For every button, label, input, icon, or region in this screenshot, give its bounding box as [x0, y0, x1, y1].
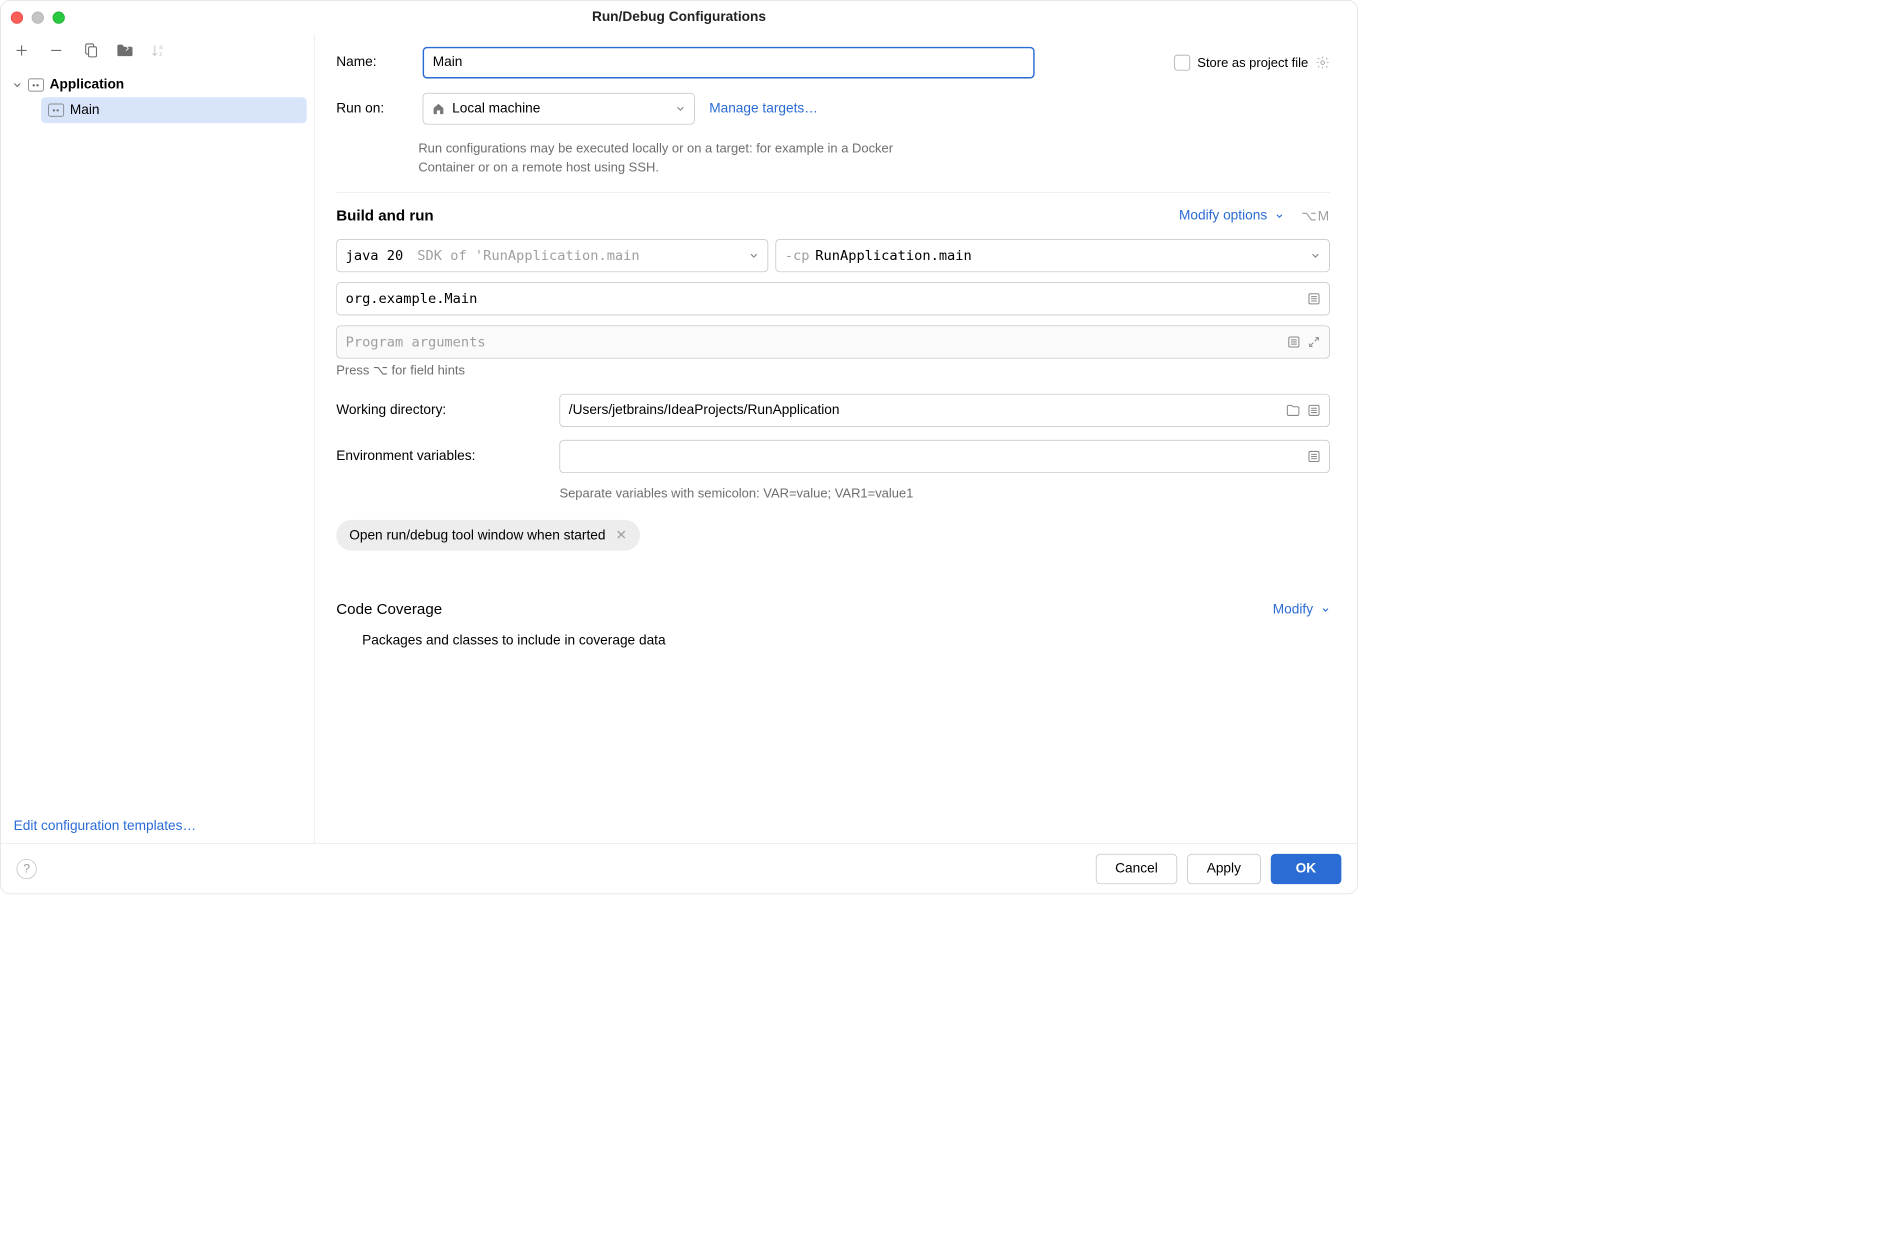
code-coverage-heading: Code Coverage	[336, 601, 442, 618]
copy-config-button[interactable]	[81, 41, 100, 60]
sidebar-toolbar: az	[1, 34, 314, 67]
args-placeholder: Program arguments	[346, 334, 486, 350]
apply-button[interactable]: Apply	[1187, 854, 1260, 884]
tree-node-main[interactable]: •• Main	[41, 97, 307, 123]
application-type-icon: ••	[28, 78, 44, 91]
list-icon[interactable]	[1308, 292, 1321, 305]
jdk-hint: SDK of 'RunApplication.main	[417, 248, 639, 264]
edit-templates-link[interactable]: Edit configuration templates…	[14, 819, 196, 834]
run-on-label: Run on:	[336, 101, 408, 117]
divider	[336, 192, 1330, 193]
tree-node-application[interactable]: •• Application	[8, 73, 307, 97]
manage-targets-link[interactable]: Manage targets…	[709, 101, 818, 117]
env-variables-hint: Separate variables with semicolon: VAR=v…	[559, 486, 1329, 501]
build-and-run-heading: Build and run	[336, 207, 433, 224]
application-type-icon: ••	[48, 104, 64, 117]
jdk-value: java 20	[346, 248, 404, 264]
chevron-down-icon	[12, 80, 22, 90]
classpath-select[interactable]: -cp RunApplication.main	[775, 239, 1329, 272]
coverage-subtitle: Packages and classes to include in cover…	[362, 633, 1330, 649]
folder-icon[interactable]	[116, 41, 135, 60]
home-icon	[432, 102, 445, 115]
env-variables-input[interactable]	[559, 440, 1329, 473]
jdk-select[interactable]: java 20 SDK of 'RunApplication.main	[336, 239, 768, 272]
gear-icon[interactable]	[1315, 55, 1329, 69]
program-arguments-input[interactable]: Program arguments	[336, 326, 1330, 359]
chip-label: Open run/debug tool window when started	[349, 528, 605, 544]
run-on-value: Local machine	[452, 101, 540, 117]
folder-icon[interactable]	[1286, 404, 1300, 417]
run-debug-config-window: Run/Debug Configurations az	[0, 0, 1358, 894]
working-directory-input[interactable]: /Users/jetbrains/IdeaProjects/RunApplica…	[559, 394, 1329, 427]
cancel-button[interactable]: Cancel	[1096, 854, 1177, 884]
store-as-project-file-label: Store as project file	[1197, 55, 1308, 70]
add-config-button[interactable]	[12, 41, 31, 60]
window-title: Run/Debug Configurations	[1, 9, 1357, 25]
config-sidebar: az •• Application •• Main Edit configura…	[1, 34, 315, 843]
run-on-hint: Run configurations may be executed local…	[418, 139, 951, 177]
ok-button[interactable]: OK	[1270, 854, 1341, 884]
modify-options-link[interactable]: Modify options	[1179, 208, 1284, 224]
chevron-down-icon	[675, 104, 685, 114]
env-variables-label: Environment variables:	[336, 449, 545, 465]
name-input[interactable]	[423, 47, 1035, 79]
name-label: Name:	[336, 55, 408, 71]
modify-options-shortcut: ⌥M	[1301, 208, 1330, 225]
dialog-footer: ? Cancel Apply OK	[1, 843, 1357, 893]
help-button[interactable]: ?	[17, 859, 37, 879]
chevron-down-icon	[1321, 606, 1330, 615]
cp-value: RunApplication.main	[815, 248, 971, 264]
config-tree: •• Application •• Main	[1, 67, 314, 810]
coverage-modify-link[interactable]: Modify	[1273, 602, 1330, 618]
main-class-input[interactable]: org.example.Main	[336, 282, 1330, 315]
run-on-select[interactable]: Local machine	[423, 93, 695, 125]
titlebar: Run/Debug Configurations	[1, 1, 1357, 34]
list-icon[interactable]	[1287, 336, 1300, 349]
field-hints-note: Press ⌥ for field hints	[336, 363, 1330, 378]
chevron-down-icon	[749, 251, 759, 261]
open-tool-window-chip[interactable]: Open run/debug tool window when started …	[336, 520, 640, 551]
tree-node-label: Main	[70, 102, 100, 118]
main-class-value: org.example.Main	[346, 291, 478, 307]
remove-config-button[interactable]	[47, 41, 66, 60]
chevron-down-icon	[1310, 251, 1320, 261]
expand-icon[interactable]	[1308, 336, 1321, 349]
cp-flag: -cp	[785, 248, 810, 264]
sort-alpha-button[interactable]: az	[150, 41, 169, 60]
store-as-project-file-checkbox[interactable]	[1174, 55, 1190, 71]
working-directory-value: /Users/jetbrains/IdeaProjects/RunApplica…	[569, 403, 840, 419]
config-content: Name: Store as project file Run on:	[315, 34, 1358, 843]
content-scroll[interactable]: Name: Store as project file Run on:	[336, 47, 1337, 838]
svg-text:z: z	[159, 51, 162, 58]
svg-text:a: a	[159, 44, 163, 51]
close-icon[interactable]: ✕	[616, 527, 627, 544]
tree-node-label: Application	[50, 77, 124, 93]
list-icon[interactable]	[1308, 450, 1321, 463]
list-icon[interactable]	[1308, 404, 1321, 417]
working-directory-label: Working directory:	[336, 403, 545, 419]
chevron-down-icon	[1275, 212, 1284, 221]
